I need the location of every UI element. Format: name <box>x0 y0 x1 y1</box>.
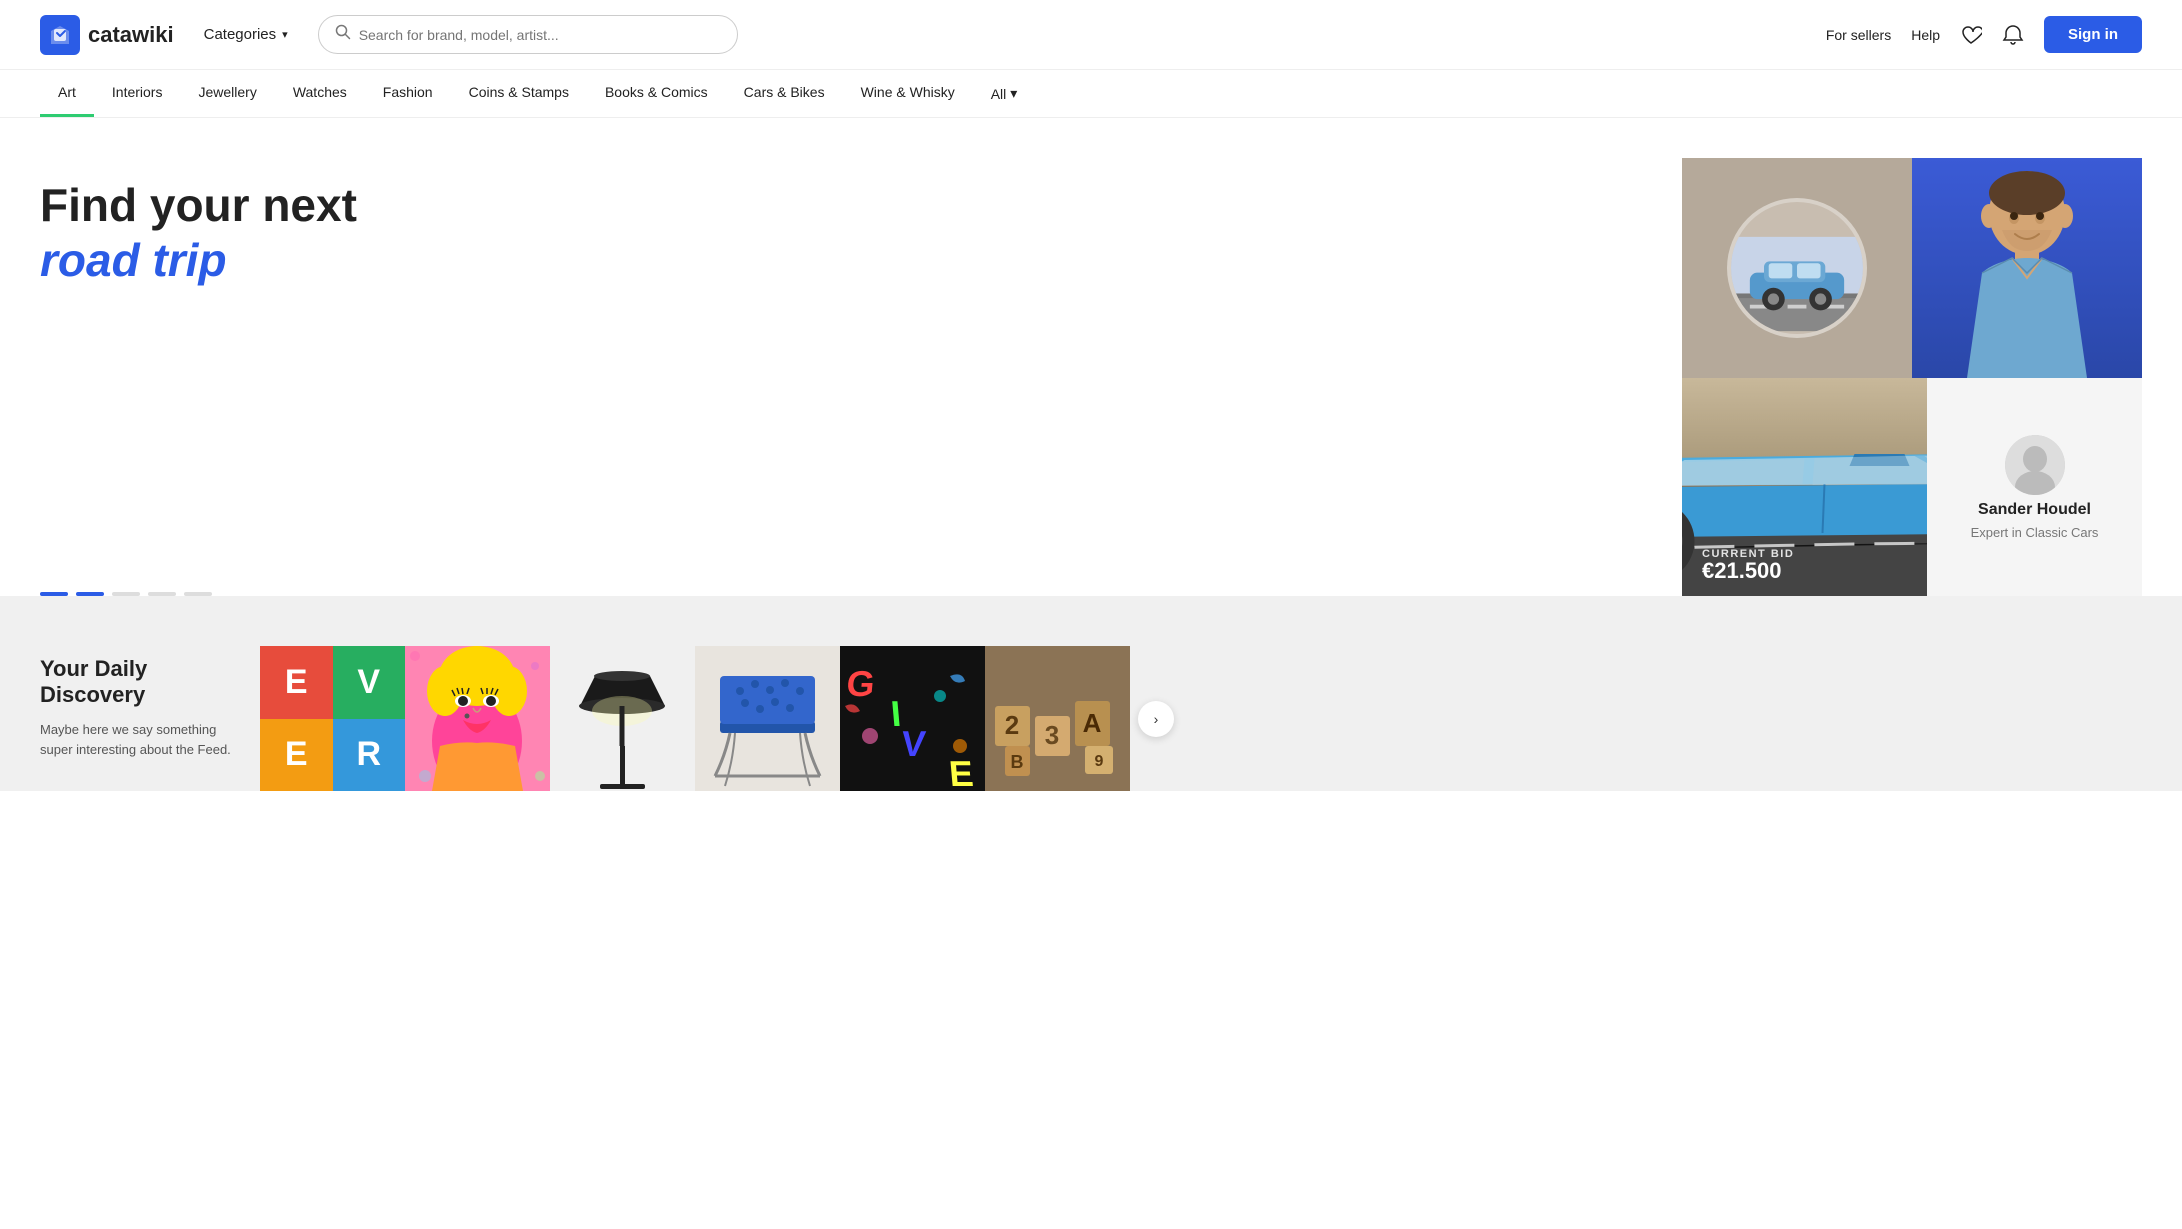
nav-item-books-comics[interactable]: Books & Comics <box>587 70 726 117</box>
hero-expert-panel: Sander Houdel Expert in Classic Cars <box>1927 378 2142 596</box>
logo[interactable]: catawiki <box>40 15 174 55</box>
header-right: For sellers Help Sign in <box>1826 16 2142 53</box>
expert-name: Sander Houdel <box>1978 501 2091 519</box>
nav-bar: Art Interiors Jewellery Watches Fashion … <box>0 70 2182 118</box>
expert-photo <box>2005 435 2065 495</box>
hero-dots <box>40 412 1642 596</box>
dot-3[interactable] <box>112 592 140 596</box>
for-sellers-link[interactable]: For sellers <box>1826 27 1891 43</box>
hero-car-image: CURRENT BID €21.500 <box>1682 378 1927 596</box>
hero-text: Find your next road trip <box>40 158 1682 596</box>
daily-image-4[interactable] <box>695 646 840 791</box>
categories-label: Categories <box>204 26 277 43</box>
sign-in-button[interactable]: Sign in <box>2044 16 2142 53</box>
nav-item-art[interactable]: Art <box>40 70 94 117</box>
nav-item-coins-stamps[interactable]: Coins & Stamps <box>451 70 587 117</box>
daily-discovery-section: Your Daily Discovery Maybe here we say s… <box>0 596 2182 791</box>
logo-icon <box>40 15 80 55</box>
nav-item-watches[interactable]: Watches <box>275 70 365 117</box>
svg-text:A: A <box>1083 708 1102 738</box>
daily-title: Your Daily Discovery <box>40 656 240 708</box>
svg-text:V: V <box>900 723 928 764</box>
current-bid-value: €21.500 <box>1702 558 1782 584</box>
all-label: All <box>991 86 1007 102</box>
cursor-indicator: ↖ <box>1972 208 1992 237</box>
hero-top-panels: ↖ <box>1682 158 2142 378</box>
hero-section: Find your next road trip <box>0 118 2182 596</box>
nav-item-interiors[interactable]: Interiors <box>94 70 181 117</box>
help-link[interactable]: Help <box>1911 27 1940 43</box>
daily-image-6[interactable]: 2 3 A B 9 <box>985 646 1130 791</box>
daily-next-arrow[interactable]: › <box>1138 701 1174 737</box>
search-input[interactable] <box>359 27 721 43</box>
chevron-down-icon: ▾ <box>1010 85 1017 102</box>
svg-text:E: E <box>947 753 975 791</box>
logo-text: catawiki <box>88 22 174 48</box>
hero-panel-right: ↖ <box>1912 158 2142 378</box>
svg-text:9: 9 <box>1095 753 1104 770</box>
nav-item-fashion[interactable]: Fashion <box>365 70 451 117</box>
hero-bottom: CURRENT BID €21.500 Sander Houdel Expert… <box>1682 378 2142 596</box>
hero-panel-left <box>1682 158 1912 378</box>
svg-text:G: G <box>845 663 877 704</box>
daily-description: Maybe here we say something super intere… <box>40 720 240 759</box>
notifications-button[interactable] <box>2002 24 2024 46</box>
expert-title: Expert in Classic Cars <box>1971 525 2099 540</box>
daily-image-5[interactable]: G I V E <box>840 646 985 791</box>
hero-right: ↖ <box>1682 158 2142 596</box>
header: catawiki Categories ▾ For sellers Help <box>0 0 2182 70</box>
search-icon <box>335 24 351 45</box>
nav-item-cars-bikes[interactable]: Cars & Bikes <box>726 70 843 117</box>
dot-5[interactable] <box>184 592 212 596</box>
nav-item-wine-whisky[interactable]: Wine & Whisky <box>843 70 973 117</box>
search-bar <box>318 15 738 54</box>
chevron-down-icon: ▾ <box>282 28 288 41</box>
dot-4[interactable] <box>148 592 176 596</box>
svg-text:3: 3 <box>1045 720 1059 750</box>
nav-item-jewellery[interactable]: Jewellery <box>180 70 274 117</box>
hero-title-line1: Find your next <box>40 178 1642 233</box>
categories-button[interactable]: Categories ▾ <box>194 18 298 51</box>
hero-title-line2: road trip <box>40 233 1642 288</box>
daily-image-3[interactable] <box>550 646 695 791</box>
daily-text: Your Daily Discovery Maybe here we say s… <box>40 646 260 759</box>
circle-car <box>1727 198 1867 338</box>
daily-image-2[interactable] <box>405 646 550 791</box>
daily-images: E V E R <box>260 646 2142 791</box>
favorites-button[interactable] <box>1960 24 1982 46</box>
daily-image-1[interactable]: E V E R <box>260 646 405 791</box>
svg-text:2: 2 <box>1005 710 1019 740</box>
dot-2[interactable] <box>76 592 104 596</box>
nav-item-all[interactable]: All ▾ <box>973 71 1036 116</box>
svg-text:B: B <box>1011 752 1024 772</box>
dot-1[interactable] <box>40 592 68 596</box>
